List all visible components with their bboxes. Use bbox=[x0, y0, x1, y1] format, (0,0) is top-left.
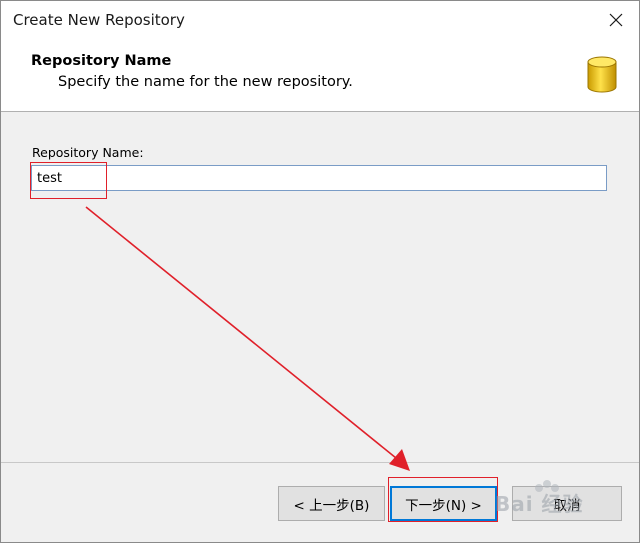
header-subtitle: Specify the name for the new repository. bbox=[58, 74, 353, 90]
back-button[interactable]: < 上一步(B) bbox=[278, 486, 385, 521]
next-button[interactable]: 下一步(N) > bbox=[390, 486, 497, 521]
create-repository-dialog: Create New Repository Repository Name Sp… bbox=[0, 0, 640, 543]
close-button[interactable] bbox=[593, 1, 639, 38]
header-title: Repository Name bbox=[31, 53, 172, 69]
close-icon bbox=[609, 13, 623, 26]
title-bar: Create New Repository bbox=[1, 1, 639, 38]
cancel-button[interactable]: 取消 bbox=[512, 486, 622, 521]
window-title: Create New Repository bbox=[13, 11, 185, 29]
wizard-header: Repository Name Specify the name for the… bbox=[1, 38, 639, 112]
repository-name-label: Repository Name: bbox=[32, 145, 144, 160]
repository-name-input[interactable] bbox=[31, 165, 607, 191]
database-icon bbox=[587, 56, 617, 93]
footer-divider bbox=[1, 462, 639, 463]
